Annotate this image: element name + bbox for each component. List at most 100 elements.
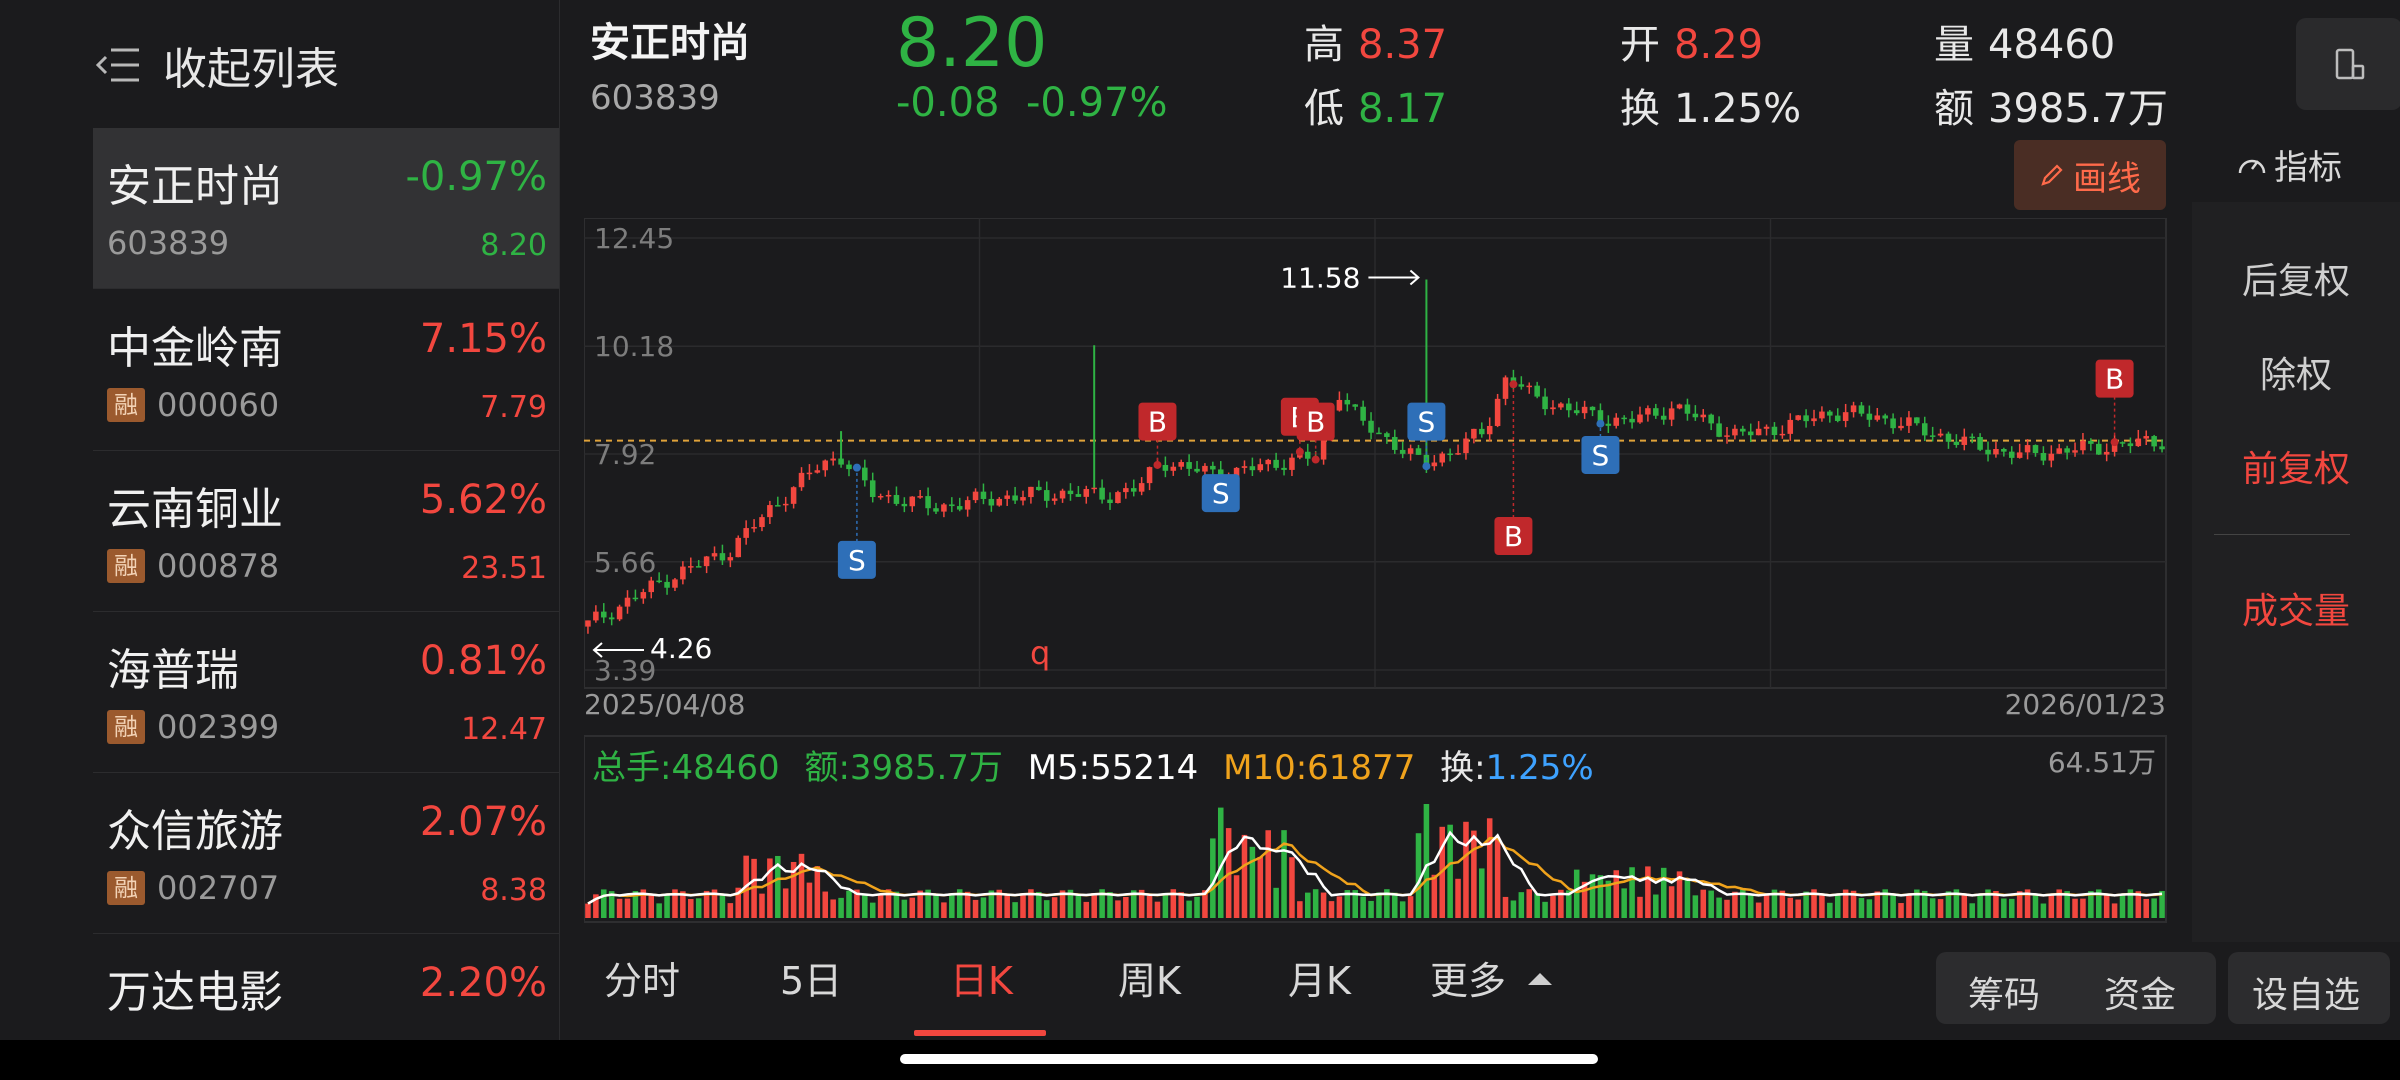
volume-bar: [1297, 901, 1303, 918]
candle-body: [1028, 486, 1034, 498]
post-adjust-option[interactable]: 后复权: [2192, 252, 2400, 304]
volume-bar: [1510, 900, 1517, 918]
candle-body: [956, 506, 963, 510]
candle-body: [2016, 452, 2023, 458]
candle-body: [2080, 440, 2086, 451]
volume-bar: [1906, 894, 1912, 918]
q-marker: q: [1030, 634, 1050, 672]
candle-body: [1724, 435, 1730, 437]
stock-price: 12.47: [461, 712, 547, 747]
candle-body: [996, 498, 1003, 506]
candle-body: [1755, 428, 1762, 436]
add-watchlist-button[interactable]: 设自选: [2252, 966, 2360, 1018]
margin-badge: 融: [107, 871, 145, 905]
volume-bar: [2032, 894, 2039, 918]
candle-body: [1486, 425, 1493, 435]
candle-body: [2072, 450, 2078, 453]
volume-bar: [688, 899, 694, 918]
volume-bar: [1265, 830, 1271, 918]
extreme-labels: 11.58 4.26 q: [592, 261, 1420, 672]
stock-list-item[interactable]: 海普瑞 0.81% 融 002399 12.47: [93, 612, 559, 773]
marker-dot: [1311, 455, 1320, 464]
candle-body: [1368, 420, 1374, 433]
volume-bar: [1241, 834, 1248, 918]
candle-body: [1668, 408, 1675, 420]
tab-weekly-k[interactable]: 周K: [1118, 950, 1181, 1005]
volume-bar: [1716, 897, 1722, 918]
volume-bar: [1376, 892, 1382, 918]
candle-body: [1850, 405, 1857, 413]
candle-body: [2048, 453, 2055, 461]
volume-bar: [759, 893, 765, 918]
marker-dot: [1422, 462, 1431, 471]
volume-bar: [1502, 896, 1509, 918]
stock-price: 23.51: [461, 551, 547, 586]
volume-bar: [1162, 892, 1169, 918]
candle-body: [1020, 497, 1026, 501]
candle-body: [640, 592, 647, 599]
volume-stat: 量 48460: [1934, 12, 2115, 70]
tab-monthly-k[interactable]: 月K: [1288, 950, 1351, 1005]
volume-bar: [1621, 888, 1627, 918]
stock-list-item[interactable]: 云南铜业 5.62% 融 000878 23.51: [93, 451, 559, 612]
ex-right-option[interactable]: 除权: [2192, 346, 2400, 398]
volume-bar: [1795, 899, 1801, 918]
tab-daily-k[interactable]: 日K: [950, 950, 1013, 1005]
candle-body: [1344, 399, 1351, 405]
candle-body: [2024, 445, 2031, 453]
tab-intraday[interactable]: 分时: [604, 950, 680, 1005]
stock-list-item[interactable]: 安正时尚 -0.97% 603839 8.20: [93, 128, 559, 289]
tab-5day[interactable]: 5日: [780, 950, 842, 1005]
candle-body: [632, 597, 639, 600]
candle-body: [949, 504, 955, 507]
stock-list-item[interactable]: 中金岭南 7.15% 融 000060 7.79: [93, 290, 559, 451]
landscape-toggle-button[interactable]: [2296, 18, 2400, 110]
volume-bar: [1708, 890, 1714, 918]
indicator-button[interactable]: 指标: [2236, 140, 2342, 189]
candle-body: [1257, 464, 1264, 471]
volume-indicator-option[interactable]: 成交量: [2192, 582, 2400, 634]
volume-bar: [1724, 899, 1730, 918]
volume-bar: [846, 890, 852, 918]
volume-bar: [1407, 896, 1414, 918]
candle-body: [1969, 436, 1975, 439]
tab-more[interactable]: 更多: [1430, 950, 1554, 1005]
draw-line-button[interactable]: 画线: [2014, 140, 2166, 210]
funds-button[interactable]: 资金: [2104, 966, 2176, 1018]
candle-body: [1937, 433, 1944, 436]
volume-bar: [1289, 857, 1295, 918]
volume-bar: [806, 882, 813, 918]
kline-chart[interactable]: 12.4510.187.925.663.39 SBSBBSBSB 11.584.…: [584, 218, 2170, 928]
chips-button[interactable]: 筹码: [1968, 966, 2040, 1018]
volume-bar: [980, 897, 987, 918]
stock-list-item[interactable]: 众信旅游 2.07% 融 002707 8.38: [93, 773, 559, 934]
candle-body: [830, 458, 836, 461]
candle-body: [1621, 417, 1627, 420]
volume-bar: [1937, 899, 1944, 918]
collapse-list-button[interactable]: 收起列表: [95, 30, 339, 100]
candle-body: [1115, 492, 1121, 504]
candle-body: [1819, 411, 1825, 419]
candle-body: [1534, 385, 1540, 397]
candle-body: [1763, 426, 1770, 429]
candle-body: [1107, 499, 1113, 504]
home-indicator[interactable]: [900, 1054, 1598, 1064]
candle-body: [1479, 428, 1485, 435]
collapse-list-icon: [95, 48, 139, 82]
amount-value: 3985.7万: [1988, 86, 2168, 132]
volume-legend: 总手:48460 额:3985.7万 M5:55214 M10:61877 换:…: [592, 748, 1594, 788]
volume-bar: [1273, 887, 1279, 918]
stock-list-item[interactable]: 万达电影 2.20%: [93, 934, 559, 1040]
volume-bar: [972, 899, 979, 918]
candle-body: [1653, 408, 1659, 416]
volume-bar: [1091, 893, 1097, 918]
volume-bar: [1471, 830, 1477, 918]
pre-adjust-option[interactable]: 前复权: [2192, 440, 2400, 492]
volume-bar: [1834, 894, 1841, 918]
stock-code: 000060: [157, 386, 280, 424]
min-price-label: 4.26: [650, 632, 712, 665]
candle-body: [1273, 459, 1279, 468]
candle-body: [2103, 451, 2110, 455]
candle-body: [1858, 405, 1865, 414]
candle-body: [1708, 414, 1714, 424]
